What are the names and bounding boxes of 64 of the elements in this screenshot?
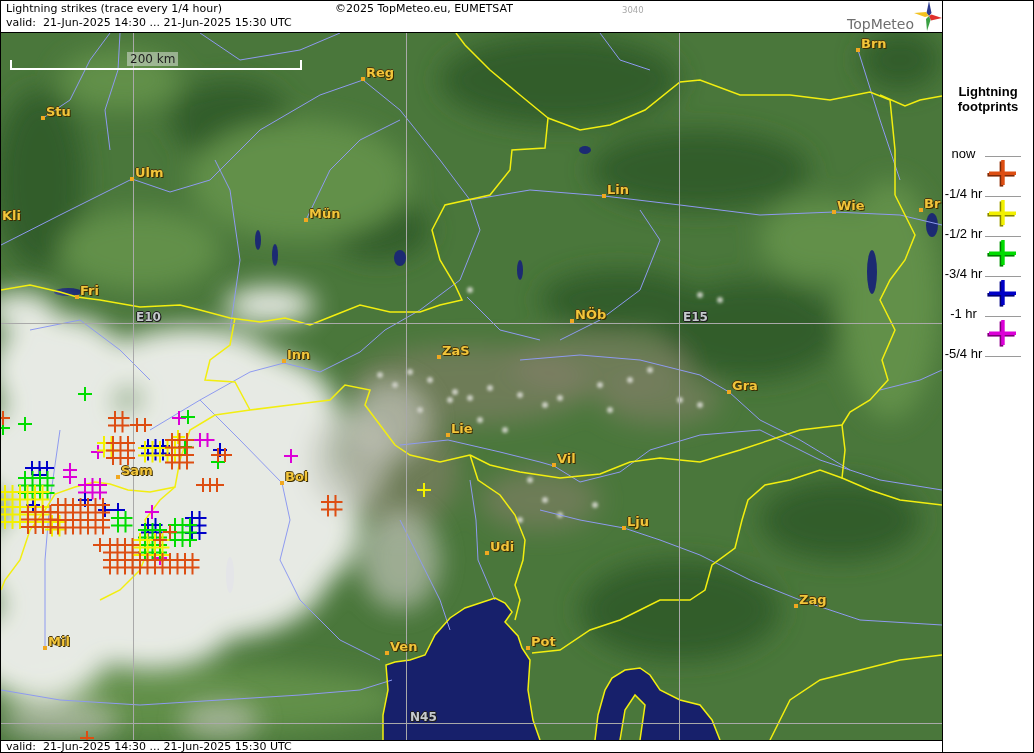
- image-number: 3040: [622, 5, 644, 15]
- city-label: Mün: [309, 207, 341, 220]
- grid-label: E15: [683, 311, 708, 323]
- city-marker-icon: [832, 210, 836, 214]
- compass-star-logo-icon: [914, 1, 942, 31]
- city-marker-icon: [116, 475, 120, 479]
- city-marker-icon: [622, 526, 626, 530]
- city-marker-icon: [794, 604, 798, 608]
- logo-text: TopMeteo: [847, 16, 914, 32]
- legend-tick-label: -3/4 hr: [943, 268, 984, 280]
- city-marker-icon: [361, 77, 365, 81]
- city-label: Lie: [451, 422, 473, 435]
- scale-label: 200 km: [127, 52, 179, 66]
- city-label: Sam: [121, 464, 153, 477]
- city-label: Lju: [627, 515, 649, 528]
- map-title: Lightning strikes (trace every 1/4 hour): [6, 2, 223, 16]
- grid-label: E10: [136, 311, 161, 323]
- city-marker-icon: [446, 433, 450, 437]
- legend-tick-label: -1/4 hr: [943, 188, 984, 200]
- copyright-text: ©2025 TopMeteo.eu, EUMETSAT: [335, 2, 514, 16]
- city-label: Bol: [285, 470, 309, 483]
- valid-time-text: valid: 21-Jun-2025 14:30 ... 21-Jun-2025 15:30 UTC: [6, 16, 292, 30]
- legend-title: Lightning footprints: [956, 84, 1020, 114]
- city-marker-icon: [41, 116, 45, 120]
- city-label: Lin: [607, 183, 629, 196]
- legend-tick-label: -1 hr: [949, 308, 978, 320]
- city-marker-icon: [43, 646, 47, 650]
- city-marker-icon: [526, 646, 530, 650]
- city-marker-icon: [282, 359, 286, 363]
- city-marker-icon: [919, 208, 923, 212]
- city-label: NÖb: [575, 308, 607, 321]
- city-label: Inn: [287, 348, 311, 361]
- city-label: Br: [924, 197, 941, 210]
- city-label: Fri: [80, 284, 99, 297]
- city-marker-icon: [385, 651, 389, 655]
- city-label: Kli: [2, 209, 21, 222]
- city-label: Reg: [366, 66, 395, 79]
- city-marker-icon: [727, 390, 731, 394]
- city-label: Gra: [732, 379, 758, 392]
- legend-tick-label: -5/4 hr: [943, 348, 984, 360]
- city-label: Stu: [46, 105, 71, 118]
- city-marker-icon: [602, 194, 606, 198]
- city-label: Ulm: [135, 166, 164, 179]
- city-label: ZaS: [442, 344, 470, 357]
- city-label: Vil: [557, 452, 576, 465]
- city-marker-icon: [552, 463, 556, 467]
- grid-label: N45: [410, 711, 437, 723]
- city-label: Wie: [837, 199, 865, 212]
- city-marker-icon: [570, 319, 574, 323]
- city-label: Udi: [490, 540, 515, 553]
- city-marker-icon: [485, 551, 489, 555]
- valid-time-text: valid: 21-Jun-2025 14:30 ... 21-Jun-2025 15:30 UTC: [6, 740, 292, 752]
- city-marker-icon: [437, 355, 441, 359]
- city-label: Pot: [531, 635, 556, 648]
- city-marker-icon: [304, 218, 308, 222]
- city-marker-icon: [130, 177, 134, 181]
- city-marker-icon: [280, 481, 284, 485]
- city-label: Zag: [799, 593, 827, 606]
- legend-tick-label: now: [950, 148, 977, 160]
- city-marker-icon: [75, 295, 79, 299]
- city-label: Brn: [861, 37, 887, 50]
- city-label: Mil: [48, 635, 70, 648]
- city-marker-icon: [856, 48, 860, 52]
- legend-tick-label: -1/2 hr: [943, 228, 984, 240]
